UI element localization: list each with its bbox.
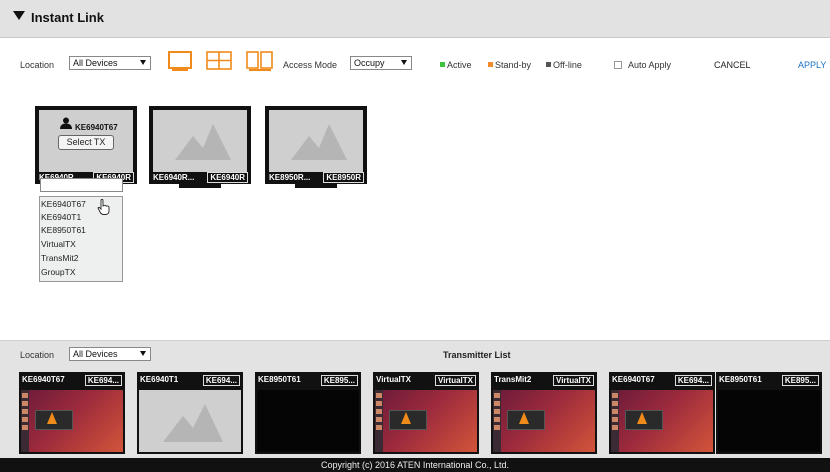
transmitter-name: KE6940T67: [22, 375, 65, 384]
dropdown-item[interactable]: VirtualTX: [41, 239, 76, 249]
cancel-button[interactable]: CANCEL: [714, 60, 751, 70]
dropdown-item[interactable]: TransMit2: [41, 253, 78, 263]
chevron-down-icon: [140, 351, 146, 356]
collapse-triangle-icon[interactable]: [13, 11, 25, 20]
legend-active: Active: [440, 60, 472, 70]
access-mode-select[interactable]: Occupy: [350, 56, 412, 70]
dropdown-item[interactable]: KE6940T67: [41, 199, 86, 209]
transmitter-tile[interactable]: KE6940T1 KE694...: [137, 372, 243, 454]
transmitter-name: VirtualTX: [376, 375, 411, 384]
access-mode-label: Access Mode: [283, 60, 338, 70]
single-screen-layout-icon[interactable]: [168, 51, 192, 71]
location-select[interactable]: All Devices: [69, 56, 151, 70]
transmitter-name: KE6940T67: [612, 375, 655, 384]
desktop-preview: [139, 390, 241, 452]
transmitter-name: KE8950T61: [258, 375, 301, 384]
receiver-name: KE6940R...: [153, 173, 195, 182]
desktop-preview: [611, 390, 713, 452]
offline-square-icon: [546, 62, 551, 67]
receiver-monitor[interactable]: KE6940T67 Select TX KE6940R KE6940R: [35, 106, 137, 188]
access-mode-value: Occupy: [354, 58, 385, 68]
transmitter-name: TransMit2: [494, 375, 532, 384]
toolbar: Location All Devices Access Mode Occupy …: [0, 46, 830, 80]
hand-pointer-icon: [97, 199, 111, 218]
transmitter-list-title: Transmitter List: [443, 350, 511, 360]
location-select[interactable]: All Devices: [69, 347, 151, 361]
instant-link-header[interactable]: Instant Link: [0, 0, 830, 38]
user-icon: [60, 117, 72, 132]
copyright-text: Copyright (c) 2016 ATEN International Co…: [321, 460, 509, 470]
chevron-down-icon: [401, 60, 407, 65]
transmitter-badge: KE694...: [674, 375, 712, 386]
transmitter-tile[interactable]: KE6940T67 KE694...: [609, 372, 715, 454]
transmitter-tile[interactable]: KE8950T61 KE895...: [255, 372, 361, 454]
standby-square-icon: [488, 62, 493, 67]
monitor-stand: [295, 184, 337, 188]
monitor-stand: [179, 184, 221, 188]
receiver-screen: [153, 110, 247, 172]
apply-button[interactable]: APPLY: [798, 60, 826, 70]
auto-apply-toggle[interactable]: Auto Apply: [614, 60, 671, 70]
transmitter-badge: VirtualTX: [435, 375, 476, 386]
auto-apply-checkbox[interactable]: [614, 61, 622, 69]
receiver-name: KE8950R...: [269, 173, 311, 182]
transmitter-tile[interactable]: VirtualTX VirtualTX: [373, 372, 479, 454]
location-select-value: All Devices: [73, 58, 118, 68]
location-label: Location: [20, 60, 55, 70]
assigned-tx-label: KE6940T67: [75, 123, 118, 132]
receiver-badge: KE8950R: [323, 172, 364, 183]
transmitter-name: KE8950T61: [719, 375, 762, 384]
chevron-down-icon: [140, 60, 146, 65]
transmitter-tile[interactable]: KE8950T61 KE895...: [716, 372, 822, 454]
desktop-preview: [493, 390, 595, 452]
page-title: Instant Link: [31, 10, 104, 25]
transmitter-tile[interactable]: TransMit2 VirtualTX: [491, 372, 597, 454]
receiver-screen: [269, 110, 363, 172]
transmitter-badge: KE694...: [202, 375, 240, 386]
transmitter-tile[interactable]: KE6940T67 KE694...: [19, 372, 125, 454]
receiver-monitor[interactable]: KE8950R... KE8950R: [265, 106, 367, 188]
image-placeholder-icon: [163, 404, 223, 442]
transmitter-badge: KE694...: [84, 375, 122, 386]
transmitter-badge: VirtualTX: [553, 375, 594, 386]
legend-offline: Off-line: [546, 60, 582, 70]
transmitter-badge: KE895...: [320, 375, 358, 386]
transmitter-name: KE6940T1: [140, 375, 179, 384]
receiver-badge: KE6940R: [207, 172, 248, 183]
image-placeholder-icon: [175, 124, 231, 160]
receiver-monitor[interactable]: KE6940R... KE6940R: [149, 106, 251, 188]
tx-search-input[interactable]: [40, 178, 123, 192]
location-label: Location: [20, 350, 55, 360]
transmitter-badge: KE895...: [781, 375, 819, 386]
desktop-preview: [257, 390, 359, 452]
desktop-preview: [21, 390, 123, 452]
dual-screen-layout-icon[interactable]: [246, 51, 274, 71]
location-select-value: All Devices: [73, 349, 118, 359]
select-tx-button[interactable]: Select TX: [58, 135, 114, 150]
dropdown-item[interactable]: GroupTX: [41, 267, 76, 277]
desktop-preview: [718, 390, 820, 452]
legend-standby: Stand-by: [488, 60, 531, 70]
dropdown-item[interactable]: KE8950T61: [41, 225, 86, 235]
active-square-icon: [440, 62, 445, 67]
dropdown-item[interactable]: KE6940T1: [41, 212, 81, 222]
receiver-screen: KE6940T67 Select TX: [39, 110, 133, 172]
desktop-preview: [375, 390, 477, 452]
footer: Copyright (c) 2016 ATEN International Co…: [0, 458, 830, 472]
quad-screen-layout-icon[interactable]: [206, 51, 232, 71]
image-placeholder-icon: [291, 124, 347, 160]
